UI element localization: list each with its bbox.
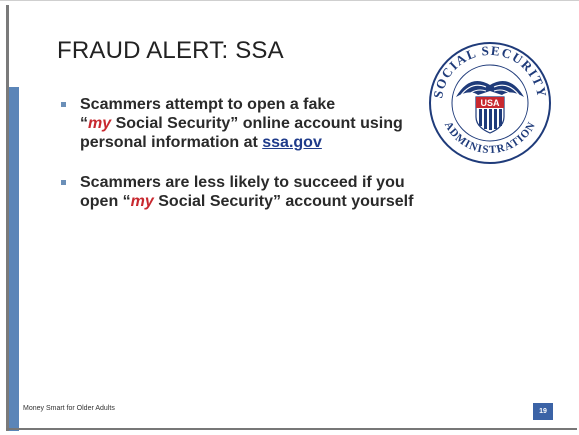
ssa-gov-link[interactable]: ssa.gov	[262, 134, 322, 151]
my-emphasis: my	[130, 193, 154, 210]
bullet-text: Scammers attempt to open a fake	[80, 96, 336, 113]
bullet-text: Social Security” account yourself	[153, 193, 414, 210]
bullet-marker	[61, 102, 66, 107]
bullet-text: Social Security” online account using pe…	[80, 115, 403, 151]
quote-mark: “	[80, 115, 88, 132]
footer-text: Money Smart for Older Adults	[23, 405, 115, 412]
page-number: 19	[533, 403, 553, 420]
bottom-border	[6, 428, 577, 430]
accent-bar	[9, 87, 19, 431]
bullet-item: Scammers attempt to open a fake “my Soci…	[58, 95, 418, 152]
bullet-marker	[61, 180, 66, 185]
slide: FRAUD ALERT: SSA Scammers attempt to ope…	[0, 0, 579, 435]
quote-mark: “	[122, 193, 131, 210]
slide-title: FRAUD ALERT: SSA	[57, 37, 284, 64]
my-emphasis: my	[88, 115, 112, 132]
bullet-item: Scammers are less likely to succeed if y…	[58, 173, 418, 211]
ssa-seal-logo: SOCIAL SECURITY ADMINISTRATION USA	[429, 42, 551, 164]
bullet-list: Scammers attempt to open a fake “my Soci…	[58, 95, 418, 232]
seal-shield-text: USA	[480, 98, 500, 108]
